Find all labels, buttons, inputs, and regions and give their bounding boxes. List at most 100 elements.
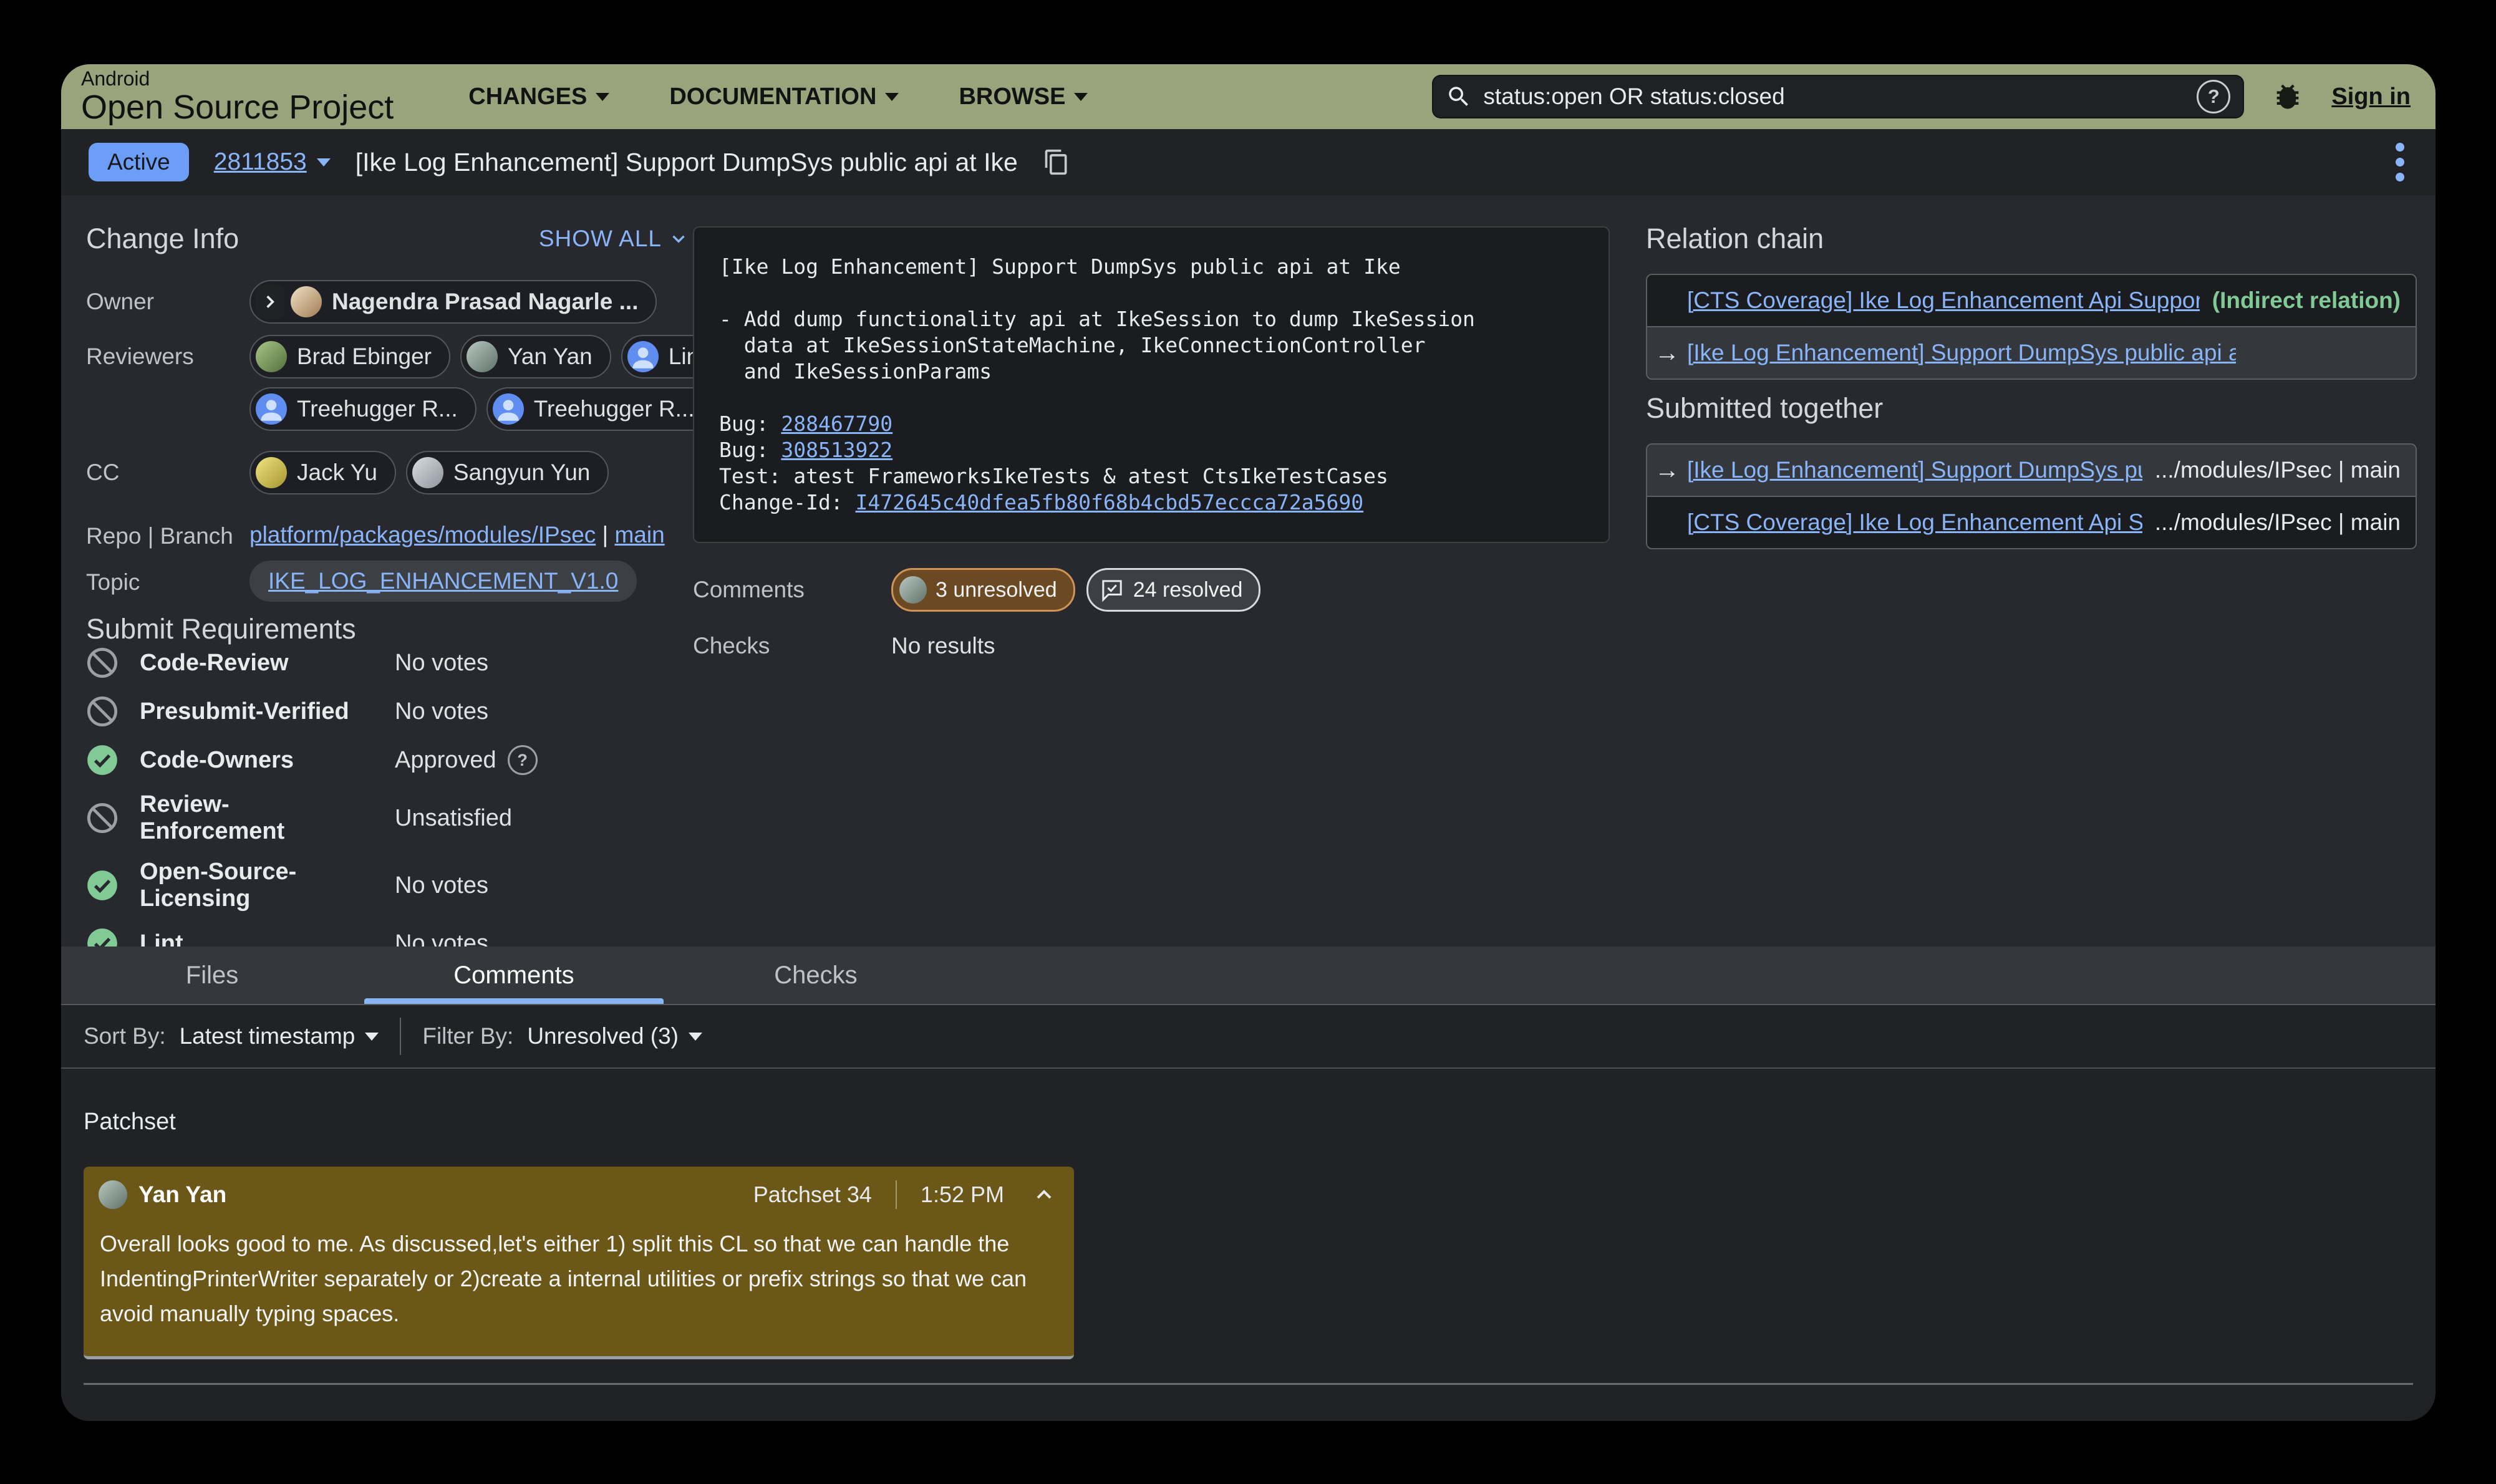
reviewer-chip[interactable]: Treehugger R...	[249, 387, 476, 431]
search-input[interactable]: status:open OR status:closed ?	[1432, 75, 2244, 118]
current-change-arrow-icon: →	[1655, 456, 1687, 484]
reviewer-chip[interactable]: Brad Ebinger	[249, 335, 450, 378]
tab-comments[interactable]: Comments	[363, 947, 665, 1004]
relation-chain-box: [CTS Coverage] Ike Log Enhancement Api S…	[1646, 274, 2417, 380]
reviewer-name: Yan Yan	[508, 344, 593, 370]
change-info-heading: Change Info	[86, 223, 239, 255]
commit-column: [Ike Log Enhancement] Support DumpSys pu…	[693, 216, 1610, 947]
app-logo[interactable]: Android Open Source Project	[81, 68, 394, 125]
app-header: Android Open Source Project CHANGES DOCU…	[61, 64, 2436, 129]
tab-comments-label: Comments	[453, 961, 574, 990]
avatar	[412, 457, 443, 488]
reviewer-chip[interactable]: Yan Yan	[460, 335, 611, 378]
submitted-repo: .../modules/IPsec | main	[2142, 457, 2401, 483]
more-options-icon[interactable]	[2392, 139, 2408, 185]
submitted-link[interactable]: [CTS Coverage] Ike Log Enhancement Api S…	[1687, 509, 2142, 536]
comment-author: Yan Yan	[138, 1182, 226, 1208]
search-help-icon[interactable]: ?	[2197, 80, 2230, 113]
sort-dropdown[interactable]: Latest timestamp	[180, 1023, 379, 1049]
unresolved-comments-pill[interactable]: 3 unresolved	[891, 568, 1075, 612]
change-info-column: Change Info SHOW ALL Owner Nagendra Pras…	[86, 216, 693, 947]
tab-bar: Files Comments Checks	[61, 947, 2436, 1005]
submit-requirements-heading: Submit Requirements	[86, 613, 693, 645]
bug-link[interactable]: 308513922	[781, 438, 892, 462]
tab-checks[interactable]: Checks	[665, 947, 967, 1004]
nav-changes[interactable]: CHANGES	[468, 84, 609, 110]
topic-label: Topic	[86, 561, 249, 595]
copy-icon[interactable]	[1043, 148, 1070, 176]
cc-name: Sangyun Yun	[453, 460, 590, 486]
unresolved-count: 3 unresolved	[936, 578, 1057, 602]
search-icon	[1446, 84, 1472, 110]
relation-chain-heading: Relation chain	[1646, 223, 2417, 255]
change-id-link[interactable]: I472645c40dfea5fb80f68b4cbd57eccca72a569…	[856, 490, 1364, 514]
avatar	[256, 341, 287, 372]
chevron-down-icon	[365, 1033, 379, 1041]
reviewer-name: Treehugger R...	[534, 396, 695, 422]
topic-chip[interactable]: IKE_LOG_ENHANCEMENT_V1.0	[249, 561, 637, 602]
gerrit-window: Android Open Source Project CHANGES DOCU…	[61, 64, 2436, 1421]
indirect-relation-note: (Indirect relation)	[2200, 287, 2401, 314]
submitted-together-box: → [Ike Log Enhancement] Support DumpSys …	[1646, 443, 2417, 549]
comment-time: 1:52 PM	[921, 1182, 1004, 1208]
relation-row-current: → [Ike Log Enhancement] Support DumpSys …	[1647, 326, 2416, 378]
nav-browse-label: BROWSE	[959, 84, 1065, 110]
cc-name: Jack Yu	[297, 460, 377, 486]
owner-label: Owner	[86, 280, 249, 315]
blocked-icon	[86, 695, 119, 728]
nav-documentation[interactable]: DOCUMENTATION	[669, 84, 899, 110]
avatar	[256, 457, 287, 488]
comment-body: Overall looks good to me. As discussed,l…	[84, 1215, 1054, 1356]
resolved-count: 24 resolved	[1133, 578, 1243, 602]
branch-link[interactable]: main	[614, 522, 664, 547]
change-title: [Ike Log Enhancement] Support DumpSys pu…	[356, 148, 1018, 177]
person-avatar-icon	[493, 393, 524, 425]
relation-row: [CTS Coverage] Ike Log Enhancement Api S…	[1647, 275, 2416, 326]
filter-dropdown[interactable]: Unresolved (3)	[527, 1023, 702, 1049]
reviewer-name: Brad Ebinger	[297, 344, 432, 370]
sort-by-label: Sort By:	[84, 1023, 166, 1049]
tab-files-label: Files	[186, 961, 238, 990]
requirement-status: No votes	[395, 650, 693, 677]
tab-files[interactable]: Files	[61, 947, 363, 1004]
report-bug-icon[interactable]	[2271, 80, 2304, 113]
topic-link[interactable]: IKE_LOG_ENHANCEMENT_V1.0	[268, 568, 618, 594]
avatar	[99, 1180, 127, 1209]
submitted-together-heading: Submitted together	[1646, 392, 2417, 425]
requirement-row: Code-Owners Approved ?	[86, 743, 693, 778]
unresolved-comment-card[interactable]: Yan Yan Patchset 34 1:52 PM Overall look…	[84, 1167, 1074, 1359]
commit-title: [Ike Log Enhancement] Support DumpSys pu…	[719, 254, 1584, 280]
owner-chip[interactable]: Nagendra Prasad Nagarle ...	[249, 280, 657, 324]
change-header-bar: Active 2811853 [Ike Log Enhancement] Sup…	[61, 129, 2436, 195]
submitted-link[interactable]: [Ike Log Enhancement] Support DumpSys pu…	[1687, 457, 2142, 483]
requirement-row: Review-Enforcement Unsatisfied	[86, 791, 693, 845]
resolved-comments-pill[interactable]: 24 resolved	[1086, 568, 1261, 612]
nav-changes-label: CHANGES	[468, 84, 587, 110]
requirement-status: Approved	[395, 747, 496, 774]
sign-in-link[interactable]: Sign in	[2331, 84, 2411, 110]
repo-link[interactable]: platform/packages/modules/IPsec	[249, 522, 596, 547]
relation-link[interactable]: [CTS Coverage] Ike Log Enhancement Api S…	[1687, 287, 2200, 314]
cc-chip[interactable]: Sangyun Yun	[406, 451, 609, 494]
change-number-dropdown[interactable]: 2811853	[214, 148, 331, 176]
chevron-down-icon	[689, 1033, 702, 1041]
relation-link[interactable]: [Ike Log Enhancement] Support DumpSys pu…	[1687, 340, 2236, 366]
divider	[400, 1018, 401, 1055]
reviewer-chip[interactable]: Treehugger R...	[486, 387, 713, 431]
requirement-row: Presubmit-Verified No votes	[86, 694, 693, 729]
collapse-comment-icon[interactable]	[1032, 1182, 1057, 1207]
attention-arrow-icon	[256, 285, 284, 319]
comments-content: Patchset Yan Yan Patchset 34 1:52 PM Ove…	[61, 1069, 2436, 1421]
change-number-link[interactable]: 2811853	[214, 148, 307, 176]
commit-message[interactable]: [Ike Log Enhancement] Support DumpSys pu…	[693, 226, 1610, 543]
comments-summary-label: Comments	[693, 577, 891, 603]
nav-browse[interactable]: BROWSE	[959, 84, 1088, 110]
help-icon[interactable]: ?	[508, 745, 538, 775]
bug-link[interactable]: 288467790	[781, 412, 892, 436]
show-all-button[interactable]: SHOW ALL	[539, 226, 689, 252]
status-badge[interactable]: Active	[89, 143, 189, 181]
chevron-down-icon	[317, 158, 331, 166]
owner-name: Nagendra Prasad Nagarle ...	[332, 289, 638, 315]
cc-chip[interactable]: Jack Yu	[249, 451, 396, 494]
requirement-status: No votes	[395, 698, 693, 725]
